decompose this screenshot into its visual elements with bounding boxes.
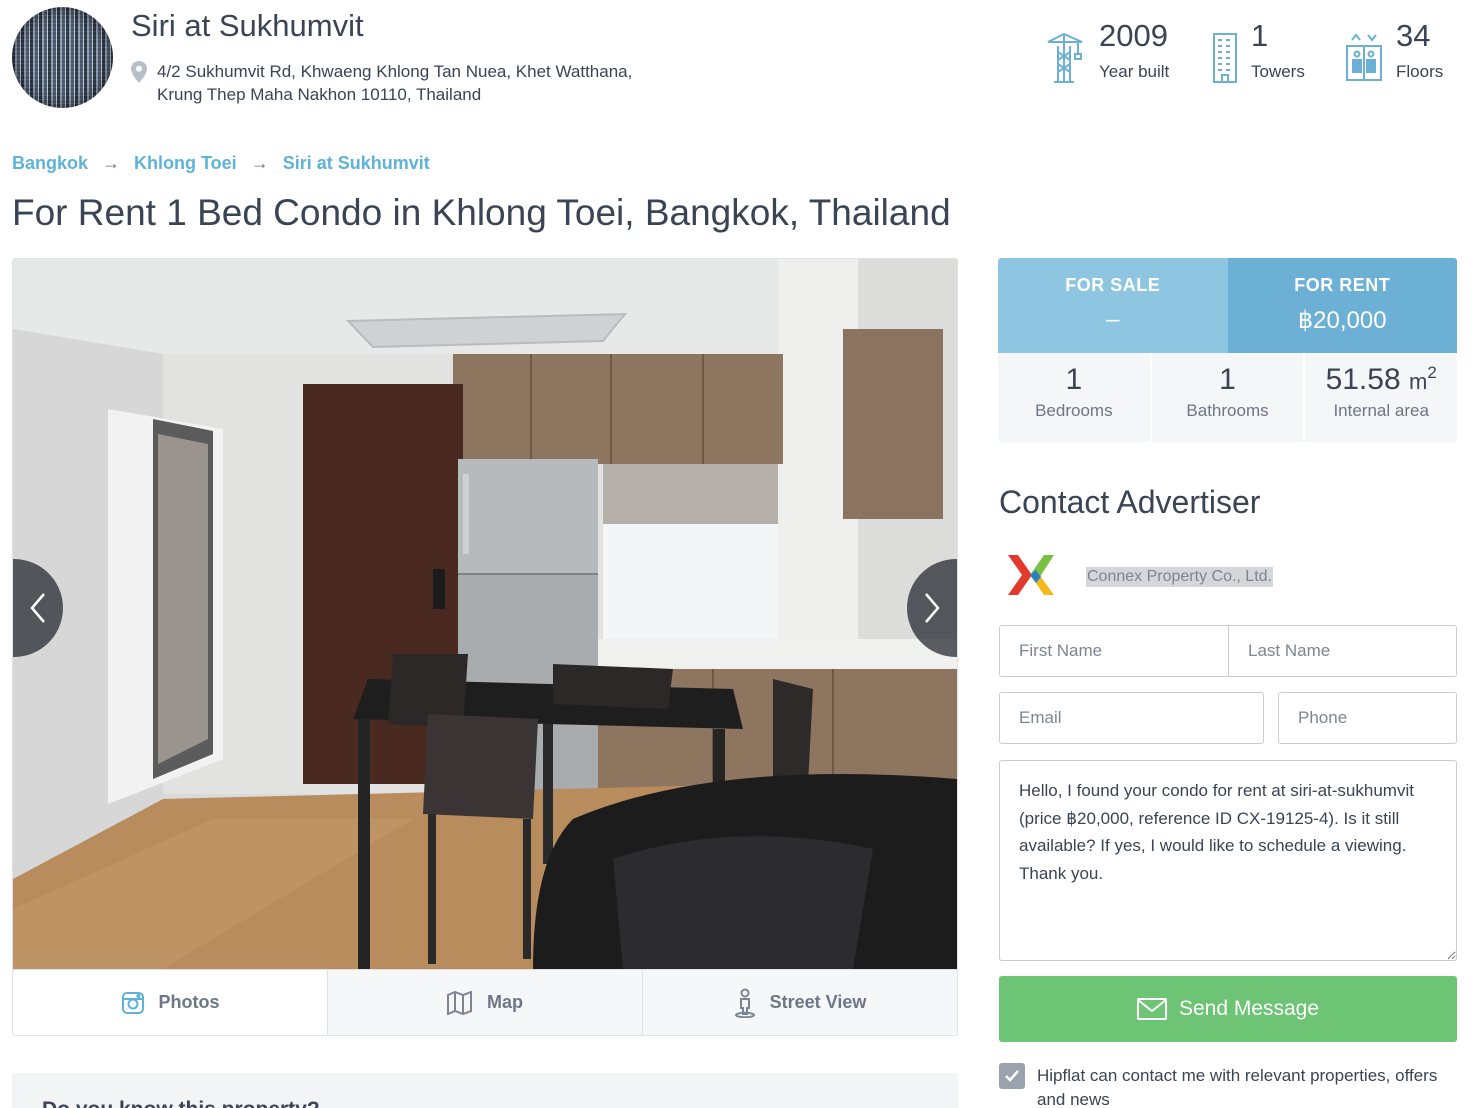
contact-title: Contact Advertiser <box>999 484 1261 520</box>
tab-label: Map <box>487 992 523 1012</box>
bedrooms-value: 1 <box>1065 363 1083 396</box>
listing-photo[interactable] <box>13 259 957 969</box>
area-unit: m <box>1408 369 1428 394</box>
spec-bedrooms: 1 Bedrooms <box>998 353 1150 442</box>
breadcrumb-link-khlong-toei[interactable]: Khlong Toei <box>134 153 237 174</box>
stat-value: 2009 <box>1099 18 1168 53</box>
price-header: FOR SALE – FOR RENT ฿20,000 <box>998 258 1457 353</box>
tab-label: Photos <box>158 992 220 1012</box>
stat-label: Floors <box>1396 62 1444 81</box>
address-line-2: Krung Thep Maha Nakhon 10110, Thailand <box>157 85 482 104</box>
page-title: For Rent 1 Bed Condo in Khlong Toei, Ban… <box>12 192 951 233</box>
agent-name-link[interactable]: Connex Property Co., Ltd. <box>1086 567 1273 587</box>
bathrooms-value: 1 <box>1219 363 1236 396</box>
breadcrumb-separator: → <box>250 153 269 173</box>
price-panel: FOR SALE – FOR RENT ฿20,000 1 Bedrooms 1… <box>998 258 1457 442</box>
crane-icon <box>1047 32 1083 83</box>
breadcrumb-separator: → <box>102 153 121 173</box>
stat-label: Year built <box>1099 62 1170 81</box>
pegman-icon <box>734 988 756 1018</box>
breadcrumb: Bangkok → Khlong Toei → Siri at Sukhumvi… <box>12 153 430 174</box>
know-property-box: Do you know this property? <box>12 1073 958 1108</box>
spec-area: 51.58 m2 Internal area <box>1303 353 1457 442</box>
camera-icon <box>121 991 145 1015</box>
sale-label: FOR SALE <box>1065 275 1161 295</box>
area-label: Internal area <box>1333 401 1429 420</box>
project-avatar <box>12 7 113 108</box>
rent-price-box: FOR RENT ฿20,000 <box>1227 258 1457 353</box>
project-title: Siri at Sukhumvit <box>131 8 364 43</box>
spec-row: 1 Bedrooms 1 Bathrooms 51.58 m2 Internal… <box>998 353 1457 442</box>
stat-floors: 34 Floors <box>1344 18 1454 88</box>
spec-bathrooms: 1 Bathrooms <box>1149 353 1304 442</box>
photo-gallery: Photos Map Street View <box>12 258 958 1036</box>
checkmark-icon <box>1005 1070 1019 1082</box>
breadcrumb-link-project[interactable]: Siri at Sukhumvit <box>283 153 430 174</box>
area-unit-superscript: 2 <box>1427 363 1437 382</box>
chevron-right-icon <box>925 593 940 623</box>
stat-year-built: 2009 Year built <box>1044 18 1184 88</box>
stat-label: Towers <box>1251 62 1305 81</box>
sale-price: – <box>1106 306 1120 333</box>
rent-label: FOR RENT <box>1294 275 1391 295</box>
send-message-label: Send Message <box>1178 997 1320 1020</box>
map-icon <box>447 990 473 1015</box>
tab-street-view[interactable]: Street View <box>642 970 957 1035</box>
address-line-1: 4/2 Sukhumvit Rd, Khwaeng Khlong Tan Nue… <box>157 62 633 81</box>
know-property-title: Do you know this property? <box>42 1098 320 1108</box>
tab-photos[interactable]: Photos <box>13 970 327 1035</box>
area-value-row: 51.58 m2 <box>1305 363 1457 397</box>
project-address: 4/2 Sukhumvit Rd, Khwaeng Khlong Tan Nue… <box>157 60 717 106</box>
elevator-icon <box>1346 33 1382 81</box>
bedrooms-label: Bedrooms <box>1035 401 1113 420</box>
phone-field[interactable] <box>1278 692 1457 744</box>
bathrooms-label: Bathrooms <box>1186 401 1269 420</box>
location-pin-icon <box>131 61 147 83</box>
area-value: 51.58 <box>1325 363 1401 396</box>
message-textarea[interactable]: Hello, I found your condo for rent at si… <box>999 760 1457 961</box>
agent-logo <box>1008 555 1054 595</box>
breadcrumb-link-bangkok[interactable]: Bangkok <box>12 153 88 174</box>
consent-label: Hipflat can contact me with relevant pro… <box>1037 1066 1438 1108</box>
consent-checkbox[interactable] <box>999 1063 1025 1089</box>
sale-price-box: FOR SALE – <box>998 258 1228 353</box>
gallery-tabs: Photos Map Street View <box>13 969 957 1035</box>
tab-label: Street View <box>769 992 867 1012</box>
stat-towers: 1 Towers <box>1208 18 1318 88</box>
last-name-field[interactable] <box>1228 625 1457 677</box>
send-message-button[interactable]: Send Message <box>999 976 1457 1042</box>
tower-icon <box>1213 33 1237 83</box>
chevron-left-icon <box>30 593 45 623</box>
tab-map[interactable]: Map <box>327 970 642 1035</box>
email-field[interactable] <box>999 692 1264 744</box>
first-name-field[interactable] <box>999 625 1229 677</box>
rent-price: ฿20,000 <box>1297 307 1387 334</box>
envelope-icon <box>1136 998 1167 1020</box>
stat-value: 1 <box>1251 18 1269 53</box>
stat-value: 34 <box>1396 18 1431 53</box>
